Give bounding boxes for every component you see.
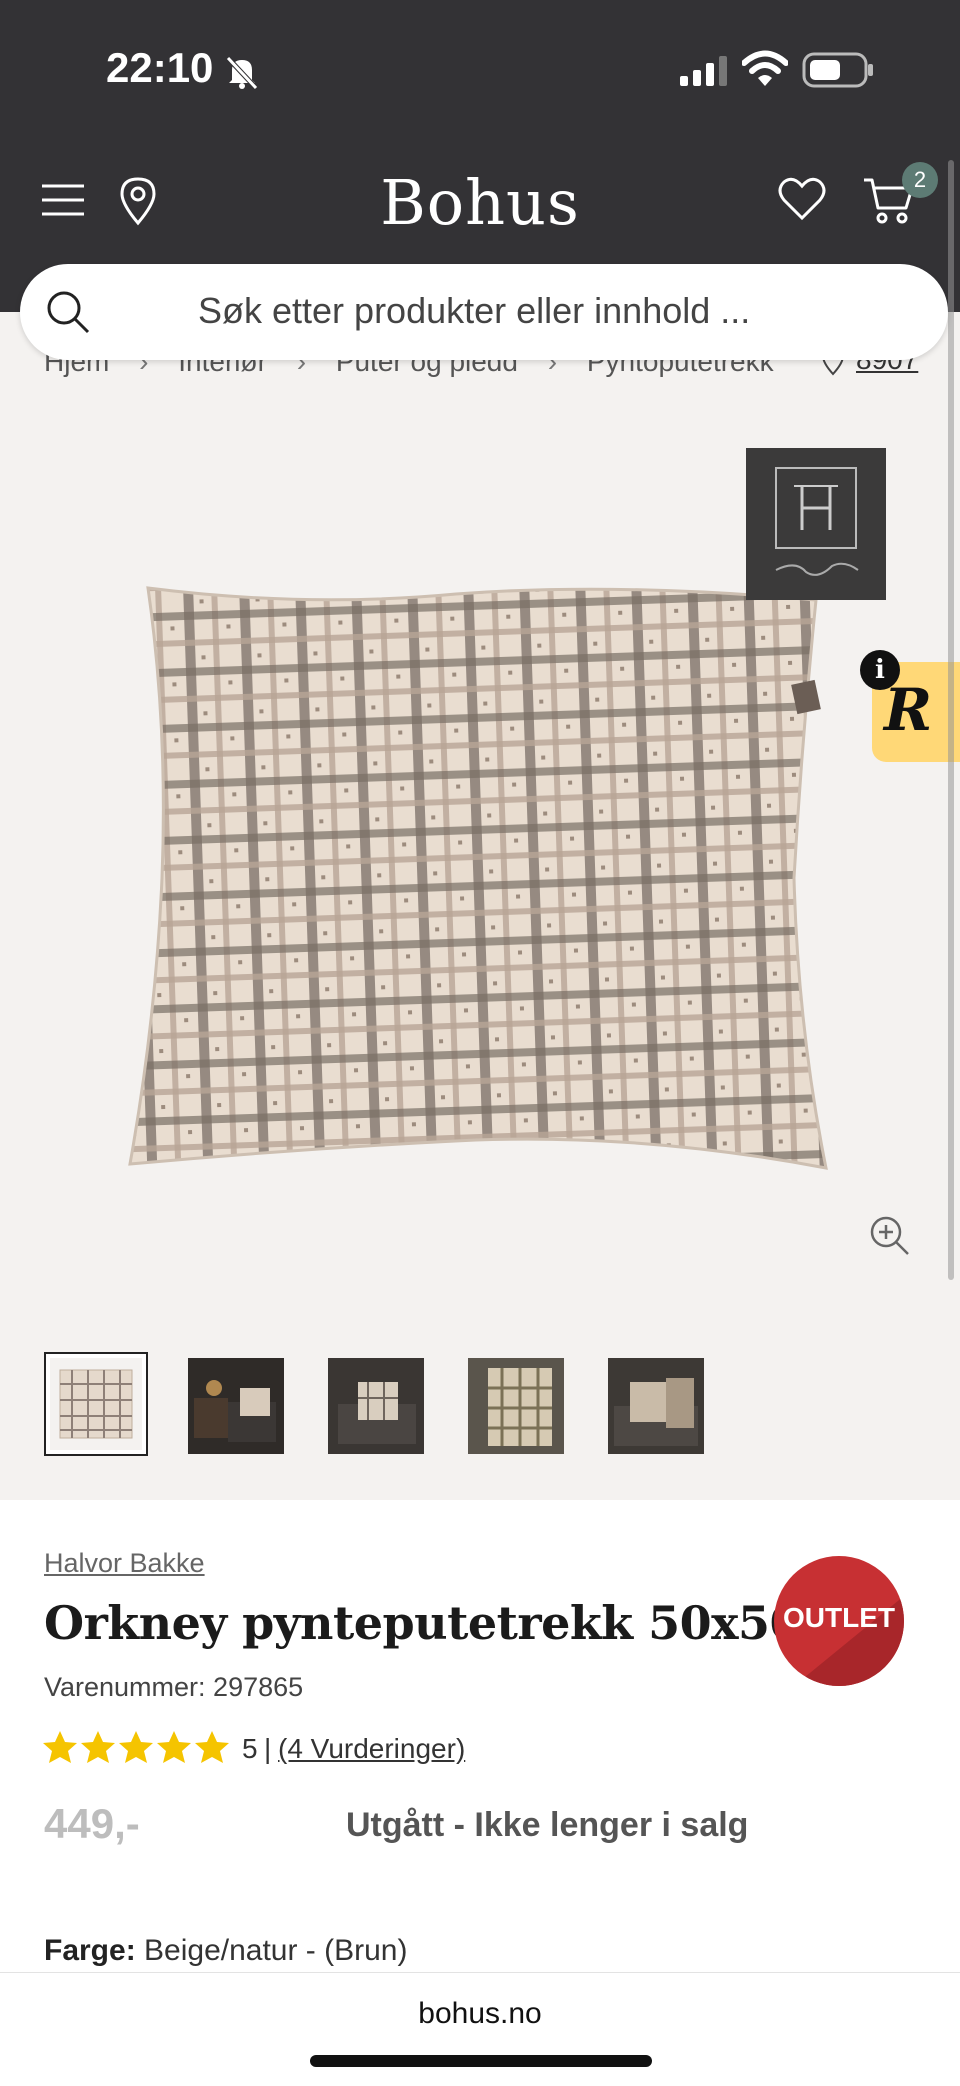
rating-score: 5 — [242, 1733, 258, 1764]
rating-separator: | — [264, 1733, 272, 1764]
search-input[interactable]: Søk etter produkter eller innhold ... — [198, 290, 750, 332]
thumbnail-strip — [44, 1352, 744, 1456]
thumbnail-1-selected[interactable] — [44, 1352, 148, 1456]
thumbnail-2[interactable] — [188, 1358, 284, 1454]
product-gallery: Hjem › Interiør › Puter og pledd › Pynto… — [0, 312, 960, 1500]
color-value: Beige/natur - (Brun) — [144, 1934, 408, 1967]
outlet-badge: OUTLET — [774, 1556, 904, 1686]
status-time: 22:10 — [106, 44, 214, 91]
halvor-bakke-logo — [746, 448, 886, 600]
product-sku: Varenummer: 297865 — [44, 1672, 304, 1702]
battery-icon — [802, 52, 873, 88]
zoom-in-icon[interactable] — [868, 1214, 910, 1256]
wishlist-heart-icon[interactable] — [778, 176, 826, 222]
rating-stars — [43, 1731, 229, 1763]
thumbnail-3[interactable] — [328, 1358, 424, 1454]
product-brand-link[interactable]: Halvor Bakke — [44, 1548, 205, 1579]
product-title: Orkney pynteputetrekk 50x50 — [44, 1596, 802, 1650]
cellular-signal-icon — [680, 56, 727, 86]
thumbnail-4[interactable] — [468, 1358, 564, 1454]
color-selector[interactable]: Farge: Beige/natur - (Brun) — [44, 1934, 407, 1968]
color-label: Farge: — [44, 1934, 145, 1967]
info-icon[interactable]: i — [860, 650, 900, 690]
reviews-link[interactable]: (4 Vurderinger) — [278, 1733, 465, 1765]
outlet-badge-label: OUTLET — [783, 1602, 895, 1633]
cart-count-badge: 2 — [902, 162, 938, 198]
browser-url[interactable]: bohus.no — [0, 1997, 960, 2031]
thumbnail-5[interactable] — [608, 1358, 704, 1454]
search-icon — [47, 291, 90, 334]
product-image[interactable] — [126, 558, 836, 1198]
availability-status: Utgått - Ikke lenger i salg — [346, 1806, 749, 1844]
search-bar[interactable]: Søk etter produkter eller innhold ... — [20, 264, 948, 360]
bell-muted-icon — [226, 56, 258, 90]
home-indicator[interactable] — [310, 2055, 652, 2067]
browser-address-bar[interactable]: bohus.no — [0, 1972, 960, 2086]
wifi-icon — [742, 50, 788, 86]
page-scrollbar[interactable] — [948, 160, 954, 1280]
product-price: 449,- — [44, 1800, 140, 1847]
